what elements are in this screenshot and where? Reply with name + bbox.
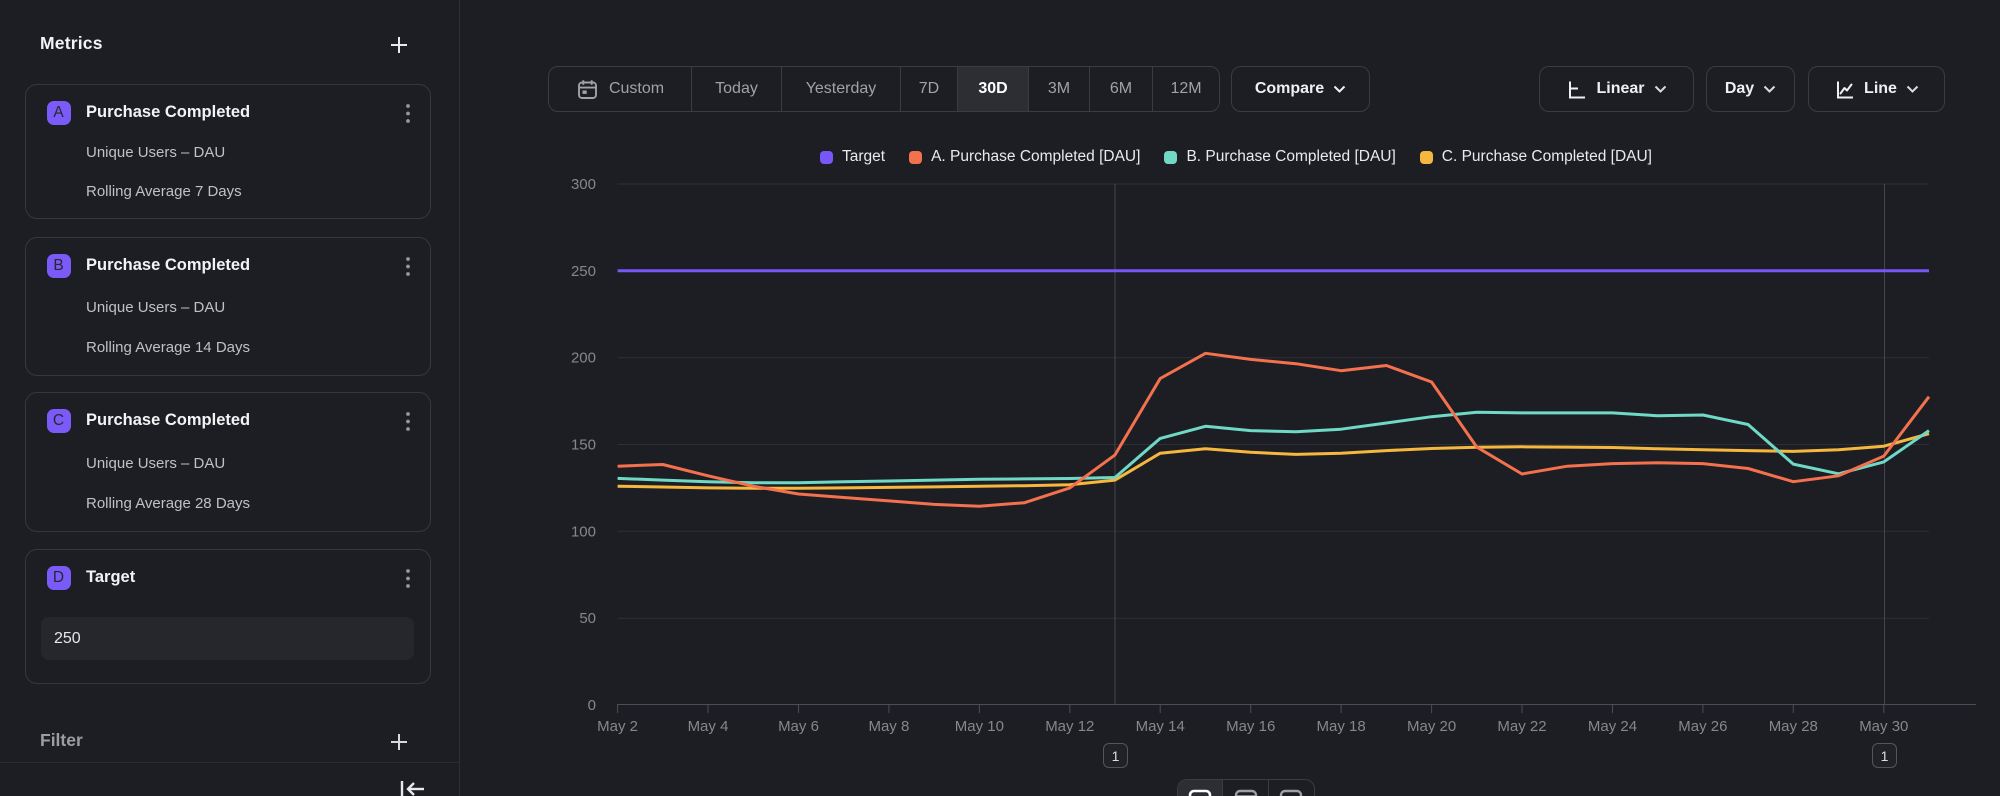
svg-text:May 22: May 22 bbox=[1497, 718, 1546, 735]
svg-text:May 14: May 14 bbox=[1136, 718, 1185, 735]
svg-text:May 2: May 2 bbox=[597, 718, 638, 735]
svg-text:May 28: May 28 bbox=[1769, 718, 1818, 735]
svg-text:May 24: May 24 bbox=[1588, 718, 1637, 735]
svg-text:May 18: May 18 bbox=[1316, 718, 1365, 735]
svg-text:200: 200 bbox=[571, 350, 596, 367]
svg-text:May 16: May 16 bbox=[1226, 718, 1275, 735]
svg-text:May 4: May 4 bbox=[688, 718, 729, 735]
svg-text:100: 100 bbox=[571, 523, 596, 540]
svg-text:May 20: May 20 bbox=[1407, 718, 1456, 735]
svg-text:50: 50 bbox=[579, 610, 596, 627]
svg-text:May 30: May 30 bbox=[1859, 718, 1908, 735]
svg-text:300: 300 bbox=[571, 176, 596, 193]
svg-text:May 10: May 10 bbox=[955, 718, 1004, 735]
svg-text:250: 250 bbox=[571, 263, 596, 280]
svg-text:May 26: May 26 bbox=[1678, 718, 1727, 735]
svg-text:May 12: May 12 bbox=[1045, 718, 1094, 735]
svg-text:0: 0 bbox=[588, 697, 596, 714]
svg-text:May 6: May 6 bbox=[778, 718, 819, 735]
svg-text:May 8: May 8 bbox=[868, 718, 909, 735]
svg-text:150: 150 bbox=[571, 437, 596, 454]
